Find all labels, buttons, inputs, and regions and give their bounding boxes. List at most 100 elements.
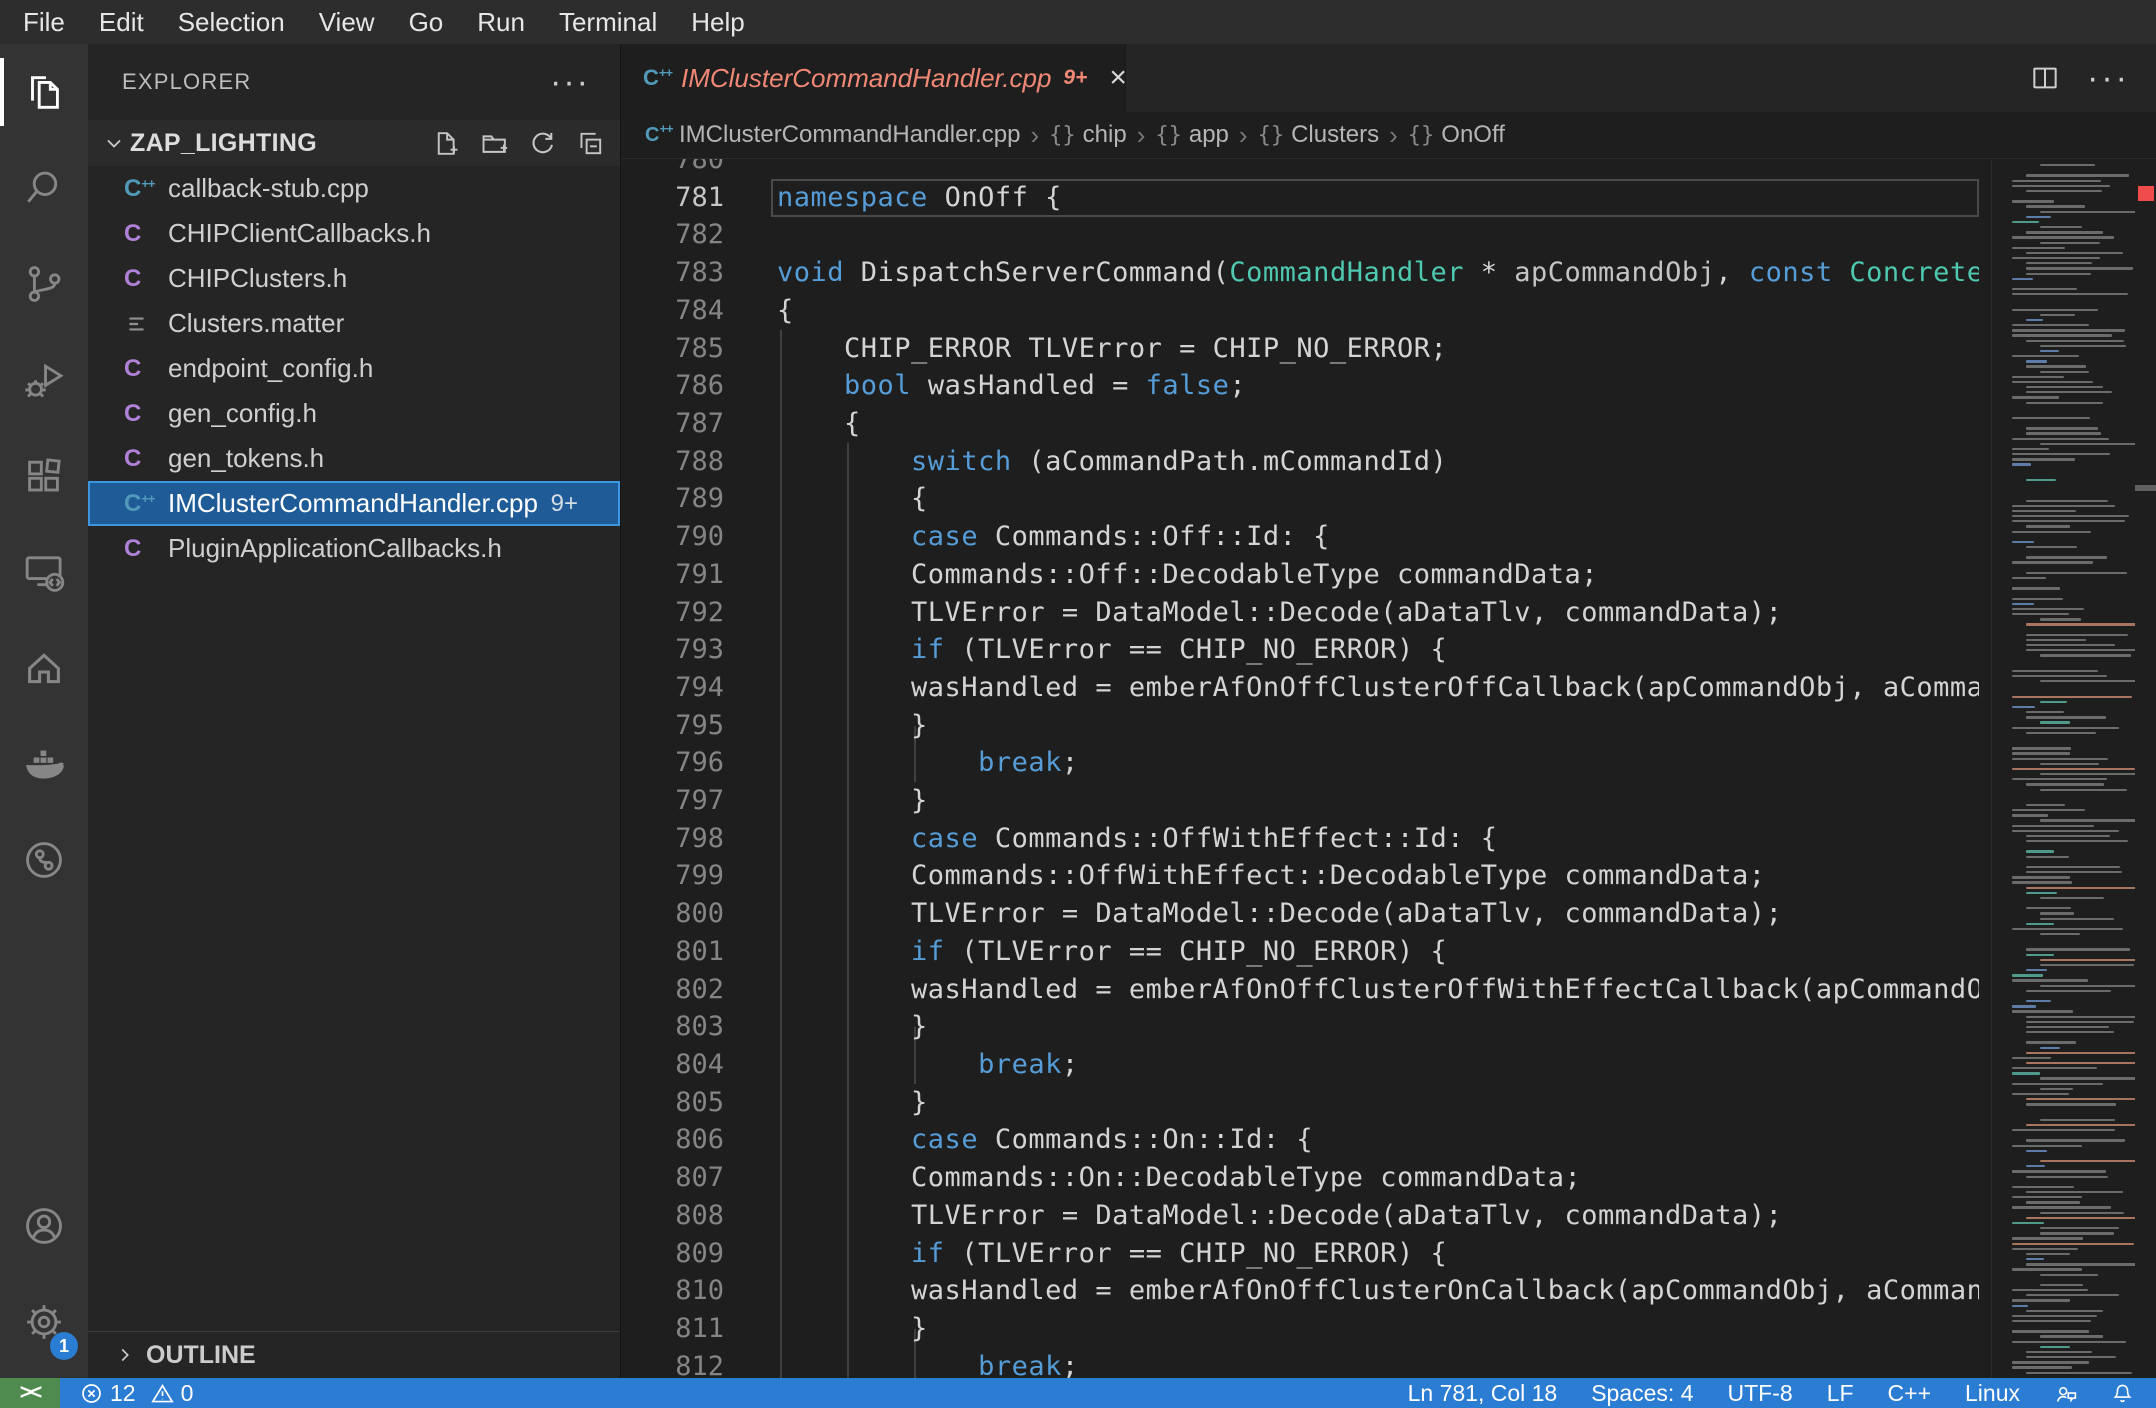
file-row[interactable]: Cgen_tokens.h [88,436,620,481]
file-row[interactable]: C CHIPClusters.h [88,256,620,301]
breadcrumb[interactable]: C ++ IMClusterCommandHandler.cpp › {} chip › {}… [621,112,2156,158]
extensions-icon[interactable] [0,428,88,524]
refresh-icon[interactable] [527,128,558,159]
code-line: wasHandled = emberAfOnOffClusterOnCallba… [911,1275,1979,1307]
collapse-all-icon[interactable] [575,128,606,159]
namespace-symbol-icon: {} [1407,122,1435,148]
eol-setting[interactable]: LF [1827,1380,1854,1407]
settings-gear-icon[interactable]: 1 [0,1274,88,1370]
notifications-bell-icon[interactable] [2111,1382,2134,1405]
code-line: } [777,1011,928,1043]
remote-os[interactable]: Linux [1965,1380,2020,1407]
explorer-icon[interactable] [0,44,88,140]
file-row[interactable]: C ++ IMClusterCommandHandler.cpp 9+ [88,481,620,526]
c-header-file-icon: C [124,444,142,472]
folder-section-header[interactable]: ZAP_LIGHTING [88,120,620,166]
menu-run[interactable]: Run [460,0,542,44]
home-icon[interactable] [0,620,88,716]
line-number: 806 [675,1124,724,1156]
new-folder-icon[interactable] [479,128,510,159]
breadcrumb-item[interactable]: app [1189,121,1229,149]
menu-go[interactable]: Go [392,0,461,44]
code-line: bool wasHandled = false; [844,370,1247,402]
code-line: switch (aCommandPath.mCommandId) [911,445,1448,477]
code-line: if (TLVError == CHIP_NO_ERROR) { [911,634,1448,666]
breadcrumb-item[interactable]: IMClusterCommandHandler.cpp [679,121,1020,149]
line-number: 805 [675,1086,724,1118]
menu-selection[interactable]: Selection [161,0,302,44]
file-row[interactable]: C CHIPClientCallbacks.h [88,211,620,256]
code-line: TLVError = DataModel::Decode(aDataTlv, c… [777,596,1783,628]
line-number: 789 [675,483,724,515]
tab-imclustercommandhandler[interactable]: C ++ IMClusterCommandHandler.cpp 9+ × [621,44,1127,112]
code-line: TLVError = DataModel::Decode(aDataTlv, c… [777,1199,1783,1231]
encoding-setting[interactable]: UTF-8 [1728,1380,1793,1407]
file-row[interactable]: Cgen_config.h [88,391,620,436]
code-line: TLVError = DataModel::Decode(aDataTlv, c… [777,898,1783,930]
outline-section[interactable]: OUTLINE [88,1331,620,1378]
feedback-icon[interactable] [2054,1382,2077,1405]
file-name: gen_tokens.h [168,443,325,473]
explorer-sidebar: EXPLORER ··· ZAP_LIGHTING C ++ callback-st… [88,44,621,1378]
c-header-file-icon: C [124,354,142,382]
namespace-symbol-icon: {} [1155,122,1182,148]
breadcrumb-item[interactable]: OnOff [1441,121,1505,149]
menu-edit[interactable]: Edit [82,0,161,44]
file-row[interactable]: Cendpoint_config.h [88,346,620,391]
file-row[interactable]: C ++ callback-stub.cpp [88,166,620,211]
source-control-icon[interactable] [0,236,88,332]
menu-help[interactable]: Help [674,0,761,44]
problems-status[interactable]: 12 0 [80,1380,193,1407]
split-editor-icon[interactable] [2029,62,2061,94]
menu-file[interactable]: File [6,0,82,44]
sidebar-more-actions-icon[interactable]: ··· [550,65,590,99]
accounts-icon[interactable] [0,1178,88,1274]
close-tab-icon[interactable]: × [1109,63,1127,93]
line-number: 785 [675,332,724,364]
cpp-file-icon: C ++ [124,174,156,202]
cpp-file-icon: C ++ [124,489,156,517]
minimap[interactable] [1991,159,2156,1378]
menu-view[interactable]: View [302,0,392,44]
code-line: Commands::On::DecodableType commandData; [777,1162,1582,1194]
indentation-setting[interactable]: Spaces: 4 [1591,1380,1693,1407]
breadcrumb-separator: › [1238,119,1248,150]
matter-file-icon [124,311,158,337]
error-marker [2138,186,2154,201]
language-mode[interactable]: C++ [1888,1380,1931,1407]
breadcrumb-separator: › [1389,119,1398,150]
line-number: 802 [675,973,724,1005]
file-name: CHIPClientCallbacks.h [168,218,431,248]
git-graph-icon[interactable] [0,812,88,908]
file-name: CHIPClusters.h [168,263,348,293]
run-debug-icon[interactable] [0,332,88,428]
breadcrumb-item[interactable]: chip [1083,121,1127,149]
line-number: 793 [675,634,724,666]
status-bar: >< 12 0 Ln 781, Col 18 Spaces: 4 UTF-8 L… [0,1378,2156,1408]
search-icon[interactable] [0,140,88,236]
cursor-position[interactable]: Ln 781, Col 18 [1408,1380,1558,1407]
warning-icon [150,1383,174,1402]
file-row[interactable]: Clusters.matter [88,301,620,346]
docker-icon[interactable] [0,716,88,812]
editor-more-actions-icon[interactable]: ··· [2087,61,2130,95]
sidebar-header: EXPLORER ··· [88,44,620,120]
new-file-icon[interactable] [431,128,462,159]
warning-count: 0 [180,1379,194,1406]
c-header-file-icon: C [124,534,142,562]
file-row[interactable]: C PluginApplicationCallbacks.h [88,526,620,571]
remote-indicator[interactable]: >< [0,1378,60,1408]
line-number: 784 [675,294,724,326]
line-number: 795 [675,709,724,741]
code-line: { [777,483,928,515]
menu-terminal[interactable]: Terminal [542,0,674,44]
code-editor[interactable]: 780 781 782 783 784 785 786 787 788 789 790 791 792 7… [621,158,2156,1378]
error-count: 12 [110,1379,136,1406]
menu-bar: File Edit Selection View Go Run Terminal Help [0,0,2156,44]
breadcrumb-item[interactable]: Clusters [1291,121,1379,149]
remote-explorer-icon[interactable] [0,524,88,620]
breadcrumb-separator: › [1030,119,1040,150]
line-number: 787 [675,407,724,439]
